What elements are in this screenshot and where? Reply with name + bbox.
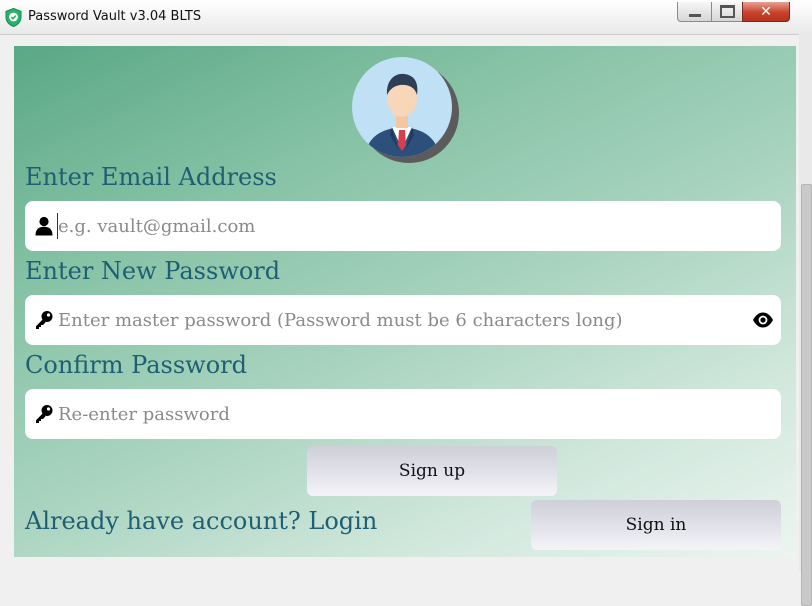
- new-password-label: Enter New Password: [25, 257, 281, 285]
- signup-panel: Enter Email Address Enter New Password C…: [14, 46, 796, 557]
- email-field: [25, 201, 781, 251]
- sign-in-button[interactable]: Sign in: [531, 500, 781, 550]
- businessman-avatar-icon: [352, 57, 459, 163]
- title-bar: Password Vault v3.04 BLTS ✕: [0, 0, 812, 35]
- close-button[interactable]: ✕: [742, 2, 790, 22]
- scrollbar-thumb[interactable]: [801, 184, 812, 606]
- new-password-field: [25, 295, 781, 345]
- confirm-password-label: Confirm Password: [25, 351, 247, 379]
- close-icon: ✕: [760, 3, 772, 20]
- maximize-button[interactable]: [711, 2, 743, 22]
- key-icon: [36, 311, 53, 329]
- email-label: Enter Email Address: [25, 163, 277, 191]
- confirm-password-input[interactable]: [58, 389, 738, 439]
- shield-check-icon: [5, 8, 22, 27]
- maximize-icon: [719, 5, 735, 18]
- login-link[interactable]: Already have account? Login: [25, 507, 377, 535]
- confirm-password-field: [25, 389, 781, 439]
- key-icon: [36, 405, 53, 423]
- eye-icon[interactable]: [752, 311, 774, 329]
- window-title: Password Vault v3.04 BLTS: [28, 9, 202, 24]
- sign-up-button[interactable]: Sign up: [307, 446, 557, 496]
- new-password-input[interactable]: [58, 295, 738, 345]
- vertical-scrollbar[interactable]: [799, 34, 812, 606]
- minimize-icon: [688, 14, 701, 17]
- minimize-button[interactable]: [677, 2, 712, 22]
- user-icon: [35, 216, 53, 236]
- email-input[interactable]: [58, 201, 738, 251]
